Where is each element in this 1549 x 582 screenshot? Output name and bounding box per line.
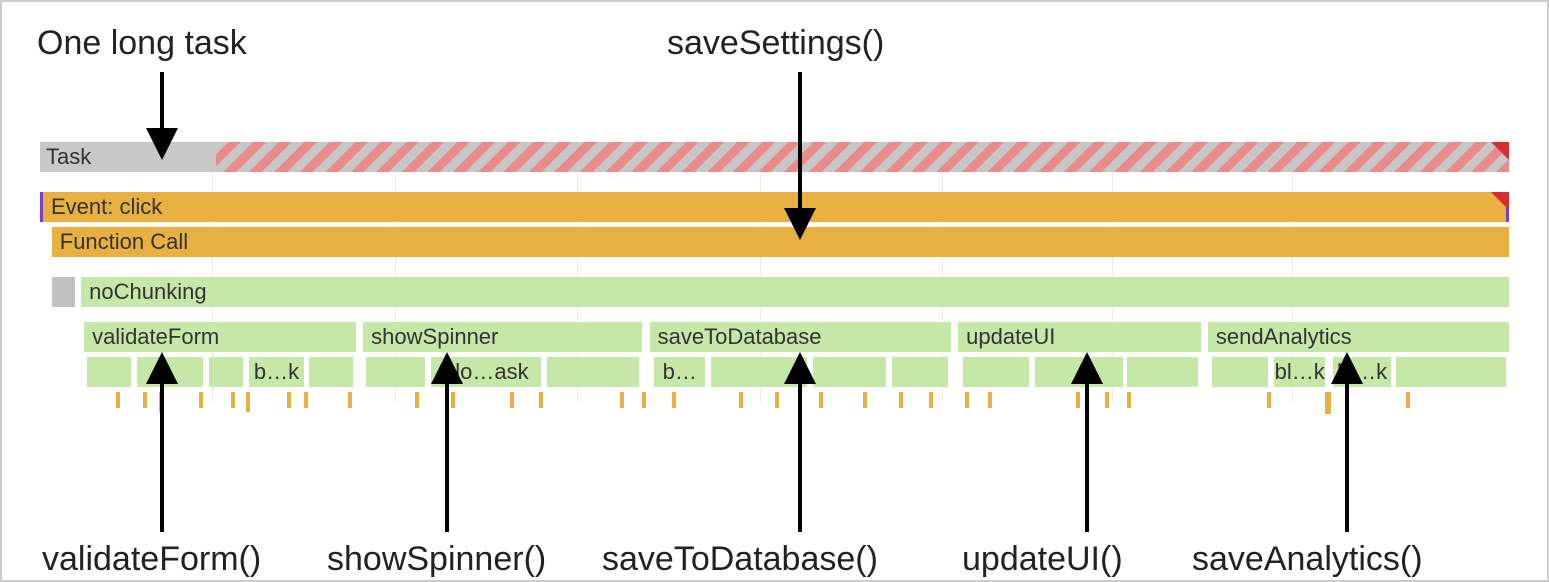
annotation-saveAnalytics: saveAnalytics(): [1192, 540, 1423, 579]
block-labeled: b…k: [249, 357, 305, 387]
block-labeled: bl…k: [1333, 357, 1392, 387]
block: [87, 357, 131, 387]
tick-mark: [642, 392, 646, 408]
tick-mark: [246, 392, 250, 412]
block-label: bl…k: [1337, 359, 1387, 385]
annotation-one-long-task: One long task: [37, 24, 247, 63]
tick-mark: [231, 392, 235, 408]
tick-mark: [159, 392, 163, 412]
block: [892, 357, 948, 387]
tick-mark: [929, 392, 933, 408]
warning-triangle-icon: [1491, 192, 1509, 210]
tick-mark: [899, 392, 903, 408]
tick-mark: [863, 392, 867, 408]
frame-label: showSpinner: [371, 324, 498, 350]
block: [1212, 357, 1268, 387]
nochunk-pre-bar: [52, 277, 76, 307]
annotation-saveSettings: saveSettings(): [667, 24, 884, 63]
tick-mark: [143, 392, 147, 408]
annotation-saveToDatabase: saveToDatabase(): [602, 540, 878, 579]
block: [1127, 357, 1198, 387]
tick-mark: [1127, 392, 1131, 408]
block: [963, 357, 1029, 387]
frame-label: validateForm: [92, 324, 219, 350]
frame-showSpinner: showSpinner: [363, 322, 642, 352]
tick-mark: [304, 392, 308, 408]
block: [137, 357, 203, 387]
block: [547, 357, 640, 387]
tick-mark: [620, 392, 624, 408]
tick-mark: [415, 392, 419, 408]
block: [711, 357, 806, 387]
block-label: b…k: [254, 359, 299, 385]
frame-updateUI: updateUI: [958, 322, 1200, 352]
tick-mark: [1267, 392, 1271, 408]
diagram-frame: Task Event: click Function Call noChunki…: [0, 0, 1549, 582]
tick-mark: [1325, 392, 1331, 414]
block-labeled: bl…k: [1274, 357, 1325, 387]
event-label: Event: click: [51, 194, 162, 220]
nochunk-label: noChunking: [89, 279, 206, 305]
annotation-updateUI: updateUI(): [962, 540, 1123, 579]
frame-label: sendAnalytics: [1216, 324, 1352, 350]
tick-mark: [965, 392, 969, 408]
tick-mark: [739, 392, 743, 408]
tick-mark: [672, 392, 676, 408]
frame-label: updateUI: [966, 324, 1055, 350]
block-label: b…: [663, 359, 697, 385]
annotation-validateForm: validateForm(): [42, 540, 261, 579]
tick-mark: [775, 392, 779, 408]
frame-validateForm: validateForm: [84, 322, 356, 352]
block: [813, 357, 886, 387]
block-labeled: blo…ask: [431, 357, 541, 387]
tick-mark: [287, 392, 291, 408]
function-call-label: Function Call: [60, 229, 188, 255]
block: [1035, 357, 1123, 387]
flame-chart: Task Event: click Function Call noChunki…: [40, 142, 1509, 442]
annotation-showSpinner: showSpinner(): [327, 540, 546, 579]
nochunk-bar: noChunking: [81, 277, 1509, 307]
task-label: Task: [40, 142, 91, 172]
event-bar: Event: click: [40, 192, 1509, 222]
block-label: blo…ask: [443, 359, 529, 385]
tick-mark: [116, 392, 120, 408]
frame-label: saveToDatabase: [658, 324, 822, 350]
frame-saveToDatabase: saveToDatabase: [650, 322, 951, 352]
tick-mark: [1076, 392, 1080, 408]
task-bar-striped: [216, 142, 1509, 172]
tick-mark: [510, 392, 514, 408]
tick-mark: [451, 392, 455, 408]
tick-mark: [1406, 392, 1410, 408]
block: [366, 357, 425, 387]
warning-triangle-icon: [1491, 142, 1509, 160]
tick-mark: [348, 392, 352, 408]
tick-mark: [1105, 392, 1109, 408]
tick-mark: [199, 392, 203, 408]
block-label: bl…k: [1275, 359, 1325, 385]
frame-sendAnalytics: sendAnalytics: [1208, 322, 1509, 352]
tick-mark: [988, 392, 992, 408]
block-labeled: b…: [654, 357, 705, 387]
tick-mark: [539, 392, 543, 408]
block: [1396, 357, 1506, 387]
block: [309, 357, 353, 387]
function-call-bar: Function Call: [52, 227, 1509, 257]
block: [209, 357, 243, 387]
tick-mark: [819, 392, 823, 408]
